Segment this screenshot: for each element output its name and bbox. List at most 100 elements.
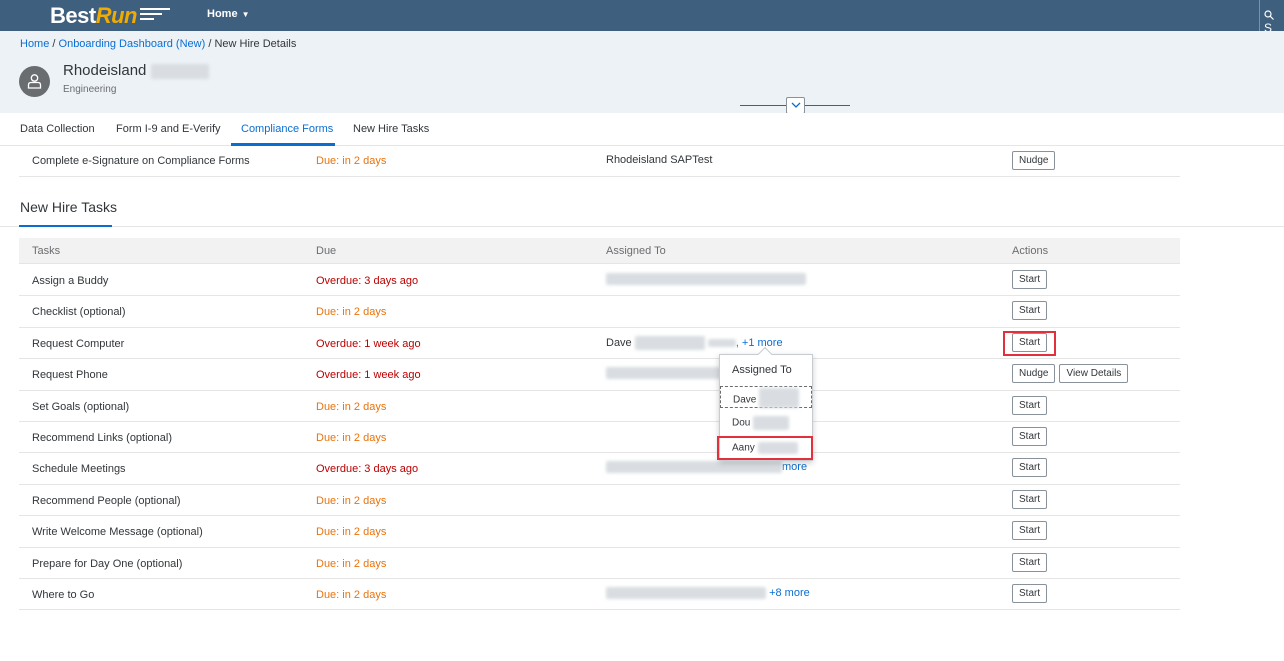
popover-item[interactable]: Dave (720, 386, 812, 408)
due-status: Due: in 2 days (316, 526, 387, 539)
section-title-underline (19, 225, 112, 227)
column-header-assigned-to: Assigned To (606, 245, 666, 257)
highlight-box (1003, 331, 1056, 356)
tab-data-collection[interactable]: Data Collection (20, 123, 95, 135)
task-name: Request Computer (32, 337, 125, 350)
popover-item-name: Dou (732, 417, 751, 429)
breadcrumb: Home / Onboarding Dashboard (New) / New … (20, 38, 296, 50)
tasks-table-body: Assign a Buddy Overdue: 3 days ago Start… (19, 265, 1180, 611)
tab-new-hire-tasks[interactable]: New Hire Tasks (353, 123, 429, 135)
home-menu-button[interactable]: Home ▼ (207, 8, 249, 20)
redacted-assignee (606, 367, 721, 380)
task-name: Recommend Links (optional) (32, 431, 173, 444)
table-row: Request Phone Overdue: 1 week ago Nudge V… (19, 359, 1180, 391)
column-header-tasks: Tasks (32, 245, 61, 257)
table-row: Recommend People (optional) Due: in 2 da… (19, 485, 1180, 517)
due-status: Due: in 2 days (316, 431, 387, 444)
table-header: Tasks Due Assigned To Actions (19, 238, 1180, 264)
logo-run: Run (95, 3, 138, 28)
due-status: Due: in 2 days (316, 557, 387, 570)
task-name: Schedule Meetings (32, 463, 126, 476)
assigned-more-link[interactable]: more (782, 461, 807, 473)
view-details-button[interactable]: View Details (1059, 364, 1129, 384)
redacted-assignee (606, 273, 806, 286)
start-button[interactable]: Start (1012, 489, 1048, 509)
chevron-down-icon (791, 102, 800, 108)
start-button[interactable]: Start (1012, 583, 1048, 603)
assigned-to: Rhodeisland SAPTest (606, 154, 713, 166)
table-row: Prepare for Day One (optional) Due: in 2… (19, 548, 1180, 579)
redacted-assignee (634, 335, 705, 350)
table-row: Recommend Links (optional) Due: in 2 day… (19, 422, 1180, 454)
person-icon (27, 74, 42, 89)
breadcrumb-current: New Hire Details (214, 38, 297, 50)
start-button[interactable]: Start (1012, 270, 1048, 289)
tab-bar: Data Collection Form I-9 and E-Verify Co… (0, 113, 1284, 146)
object-header: Home / Onboarding Dashboard (New) / New … (0, 31, 1284, 114)
start-button[interactable]: Start (1012, 301, 1048, 321)
redacted-assignee (753, 416, 790, 430)
table-row: Where to Go Due: in 2 days +8 more Start (19, 579, 1180, 611)
section-title: New Hire Tasks (20, 199, 117, 215)
start-button[interactable]: Start (1012, 521, 1048, 541)
redacted-assignee (759, 388, 800, 408)
shell-bar: BestRun Home ▼ S (0, 0, 1284, 35)
redacted-assignee (606, 461, 782, 474)
task-name: Recommend People (optional) (32, 494, 181, 507)
redacted-assignee (606, 587, 766, 599)
task-name: Where to Go (32, 588, 95, 601)
table-row: Assign a Buddy Overdue: 3 days ago Start (19, 265, 1180, 297)
table-row: Schedule Meetings Overdue: 3 days ago mo… (19, 453, 1180, 485)
person-department: Engineering (63, 84, 117, 95)
table-row: Checklist (optional) Due: in 2 days Star… (19, 296, 1180, 328)
section-divider (0, 226, 1284, 227)
assigned-to (606, 367, 721, 380)
due-status: Overdue: 3 days ago (316, 275, 419, 287)
collapse-header-button[interactable] (786, 97, 805, 114)
popover-title: Assigned To (732, 364, 792, 376)
task-name: Checklist (optional) (32, 306, 126, 319)
avatar (19, 66, 50, 97)
start-button[interactable]: Start (1012, 552, 1048, 572)
task-name: Set Goals (optional) (32, 400, 130, 413)
logo-speed-lines-icon (140, 8, 170, 22)
assigned-more-link[interactable]: +8 more (769, 587, 810, 599)
due-status: Overdue: 1 week ago (316, 337, 421, 350)
chevron-down-icon: ▼ (241, 10, 250, 19)
assigned-more-link[interactable]: , +1 more (736, 337, 783, 349)
tab-compliance-forms[interactable]: Compliance Forms (241, 123, 333, 135)
task-name: Assign a Buddy (32, 275, 109, 287)
due-status: Due: in 2 days (316, 400, 387, 413)
logo-best: Best (50, 3, 96, 28)
breadcrumb-dashboard[interactable]: Onboarding Dashboard (New) (59, 38, 206, 50)
tab-form-i9-everify[interactable]: Form I-9 and E-Verify (116, 123, 221, 135)
due-status: Due: in 2 days (316, 494, 387, 507)
home-menu-label: Home (207, 8, 238, 20)
person-name: Rhodeisland (63, 62, 209, 79)
search-button[interactable]: S (1259, 0, 1284, 35)
highlight-box (717, 436, 813, 460)
nudge-button[interactable]: Nudge (1012, 364, 1056, 384)
assignee-first-name: Dave (606, 336, 632, 349)
column-header-actions: Actions (1012, 245, 1049, 257)
task-name: Write Welcome Message (optional) (32, 526, 203, 539)
popover-item[interactable]: Dou (720, 411, 812, 433)
assigned-to: more (606, 461, 807, 474)
breadcrumb-home[interactable]: Home (20, 38, 49, 50)
table-row: Set Goals (optional) Due: in 2 days Star… (19, 391, 1180, 422)
nudge-button[interactable]: Nudge (1012, 151, 1056, 170)
assigned-to (606, 273, 806, 286)
bestrun-logo[interactable]: BestRun (50, 3, 137, 29)
popover-item-name: Dave (733, 394, 757, 406)
redacted-last-name (150, 63, 209, 79)
start-button[interactable]: Start (1012, 426, 1048, 446)
start-button[interactable]: Start (1012, 458, 1048, 478)
breadcrumb-separator: / (49, 38, 59, 50)
task-name: Complete e-Signature on Compliance Forms (32, 155, 250, 167)
start-button[interactable]: Start (1012, 395, 1048, 415)
due-status: Overdue: 1 week ago (316, 369, 421, 382)
assigned-to: Dave , +1 more (606, 335, 783, 350)
due-status: Due: in 2 days (316, 306, 387, 319)
column-header-due: Due (316, 245, 337, 257)
search-icon (1264, 10, 1274, 20)
